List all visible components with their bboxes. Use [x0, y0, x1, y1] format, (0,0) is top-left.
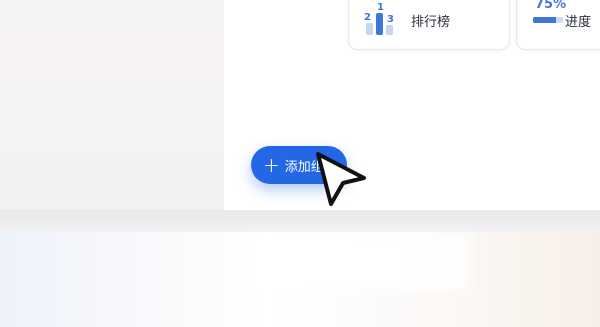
podium-icon: 2 1 3: [364, 2, 394, 35]
background-highlight: [250, 232, 470, 292]
plus-icon: +: [263, 153, 280, 177]
panel-divider: [0, 210, 600, 232]
rank-1-label: 1: [377, 2, 384, 13]
progress-value: 75%: [535, 0, 567, 12]
progress-card-label: 进度: [565, 15, 592, 30]
progress-bar-fill: [533, 17, 556, 23]
rank-3-label: 3: [387, 14, 394, 25]
sidebar-panel: [0, 0, 224, 210]
ranking-card-label: 排行榜: [411, 15, 451, 30]
rank-2-label: 2: [364, 12, 371, 23]
progress-card[interactable]: 75% 进度: [516, 0, 600, 50]
progress-bar: [533, 17, 563, 23]
ranking-card[interactable]: 2 1 3 排行榜: [348, 0, 510, 50]
mouse-pointer-icon: [316, 152, 366, 206]
